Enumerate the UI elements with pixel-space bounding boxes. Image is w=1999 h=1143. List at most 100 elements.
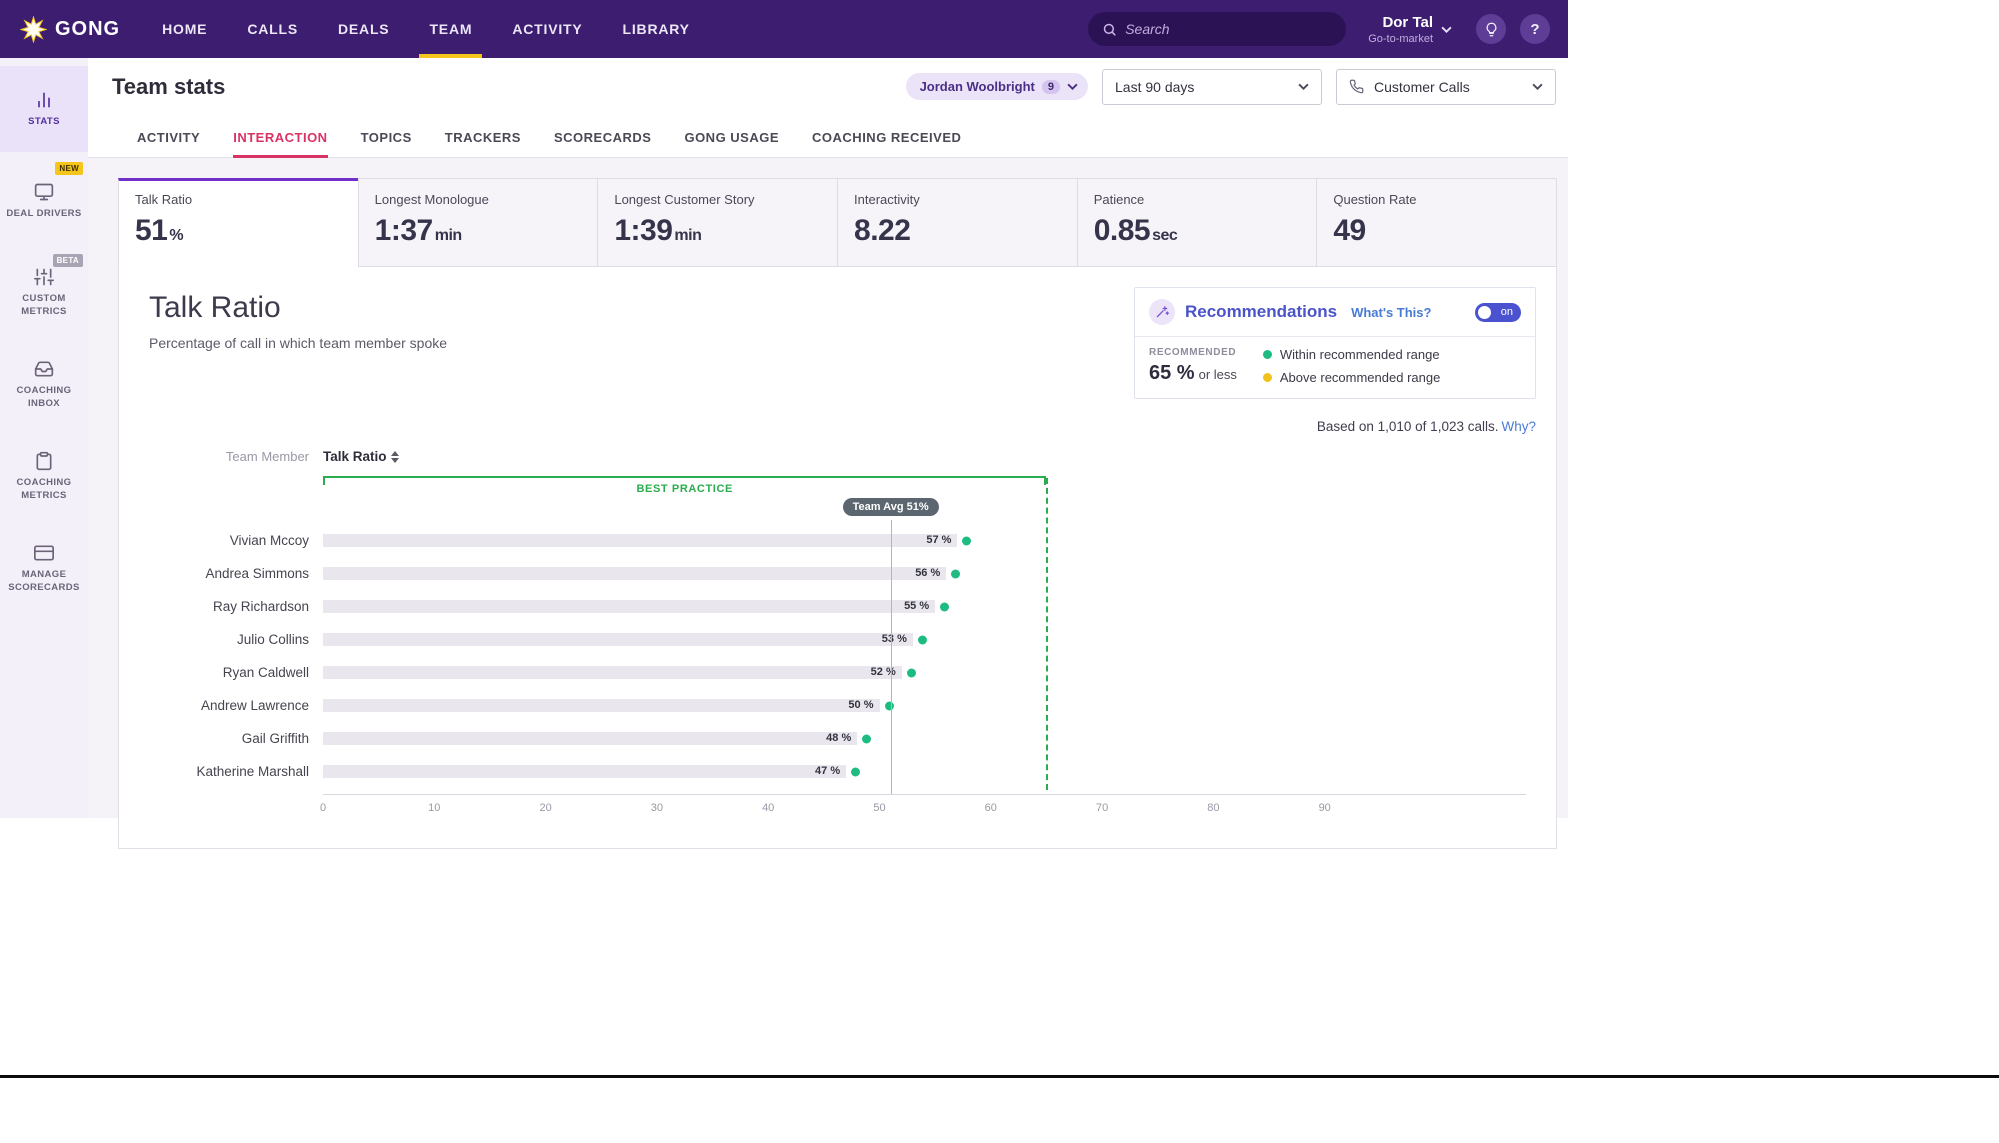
tab-topics[interactable]: TOPICS bbox=[361, 115, 412, 157]
x-axis-tick: 30 bbox=[650, 802, 664, 814]
metric-value: 1:37 min bbox=[375, 214, 582, 248]
x-axis-tick: 10 bbox=[428, 802, 441, 814]
tab-activity[interactable]: ACTIVITY bbox=[137, 115, 200, 157]
recommended-value: 65 % or less bbox=[1149, 362, 1237, 385]
metric-unit: % bbox=[169, 227, 184, 244]
legend-label: Above recommended range bbox=[1279, 370, 1441, 385]
user-org: Go-to-market bbox=[1368, 32, 1433, 45]
talk-ratio-bar: 56 % bbox=[323, 567, 947, 580]
talk-ratio-column-header[interactable]: Talk Ratio bbox=[323, 449, 399, 464]
metric-card-talk-ratio[interactable]: Talk Ratio 51% bbox=[118, 178, 359, 267]
bar-track: 57 % bbox=[323, 534, 1526, 547]
team-member-name[interactable]: Andrew Lawrence bbox=[149, 698, 323, 713]
talk-ratio-bar: 50 % bbox=[323, 699, 880, 712]
sidebar-item-coaching-metrics[interactable]: COACHING METRICS bbox=[0, 434, 88, 520]
chart-row: Ryan Caldwell 52 % bbox=[149, 656, 1526, 689]
best-practice-label: BEST PRACTICE bbox=[636, 483, 733, 495]
page: GONG HOME CALLS DEALS TEAM ACTIVITY LIBR… bbox=[0, 0, 1999, 1143]
metric-label: Longest Monologue bbox=[374, 192, 489, 207]
metric-unit: min bbox=[674, 227, 702, 244]
user-menu[interactable]: Dor Tal Go-to-market bbox=[1368, 14, 1452, 45]
search-icon bbox=[1102, 22, 1117, 37]
gong-logo[interactable]: GONG bbox=[20, 0, 120, 58]
recommendations-title: Recommendations bbox=[1185, 302, 1338, 321]
search-box[interactable] bbox=[1088, 12, 1347, 46]
bottom-divider bbox=[0, 1075, 1999, 1078]
team-filter-dropdown[interactable]: Jordan Woolbright 9 bbox=[905, 73, 1088, 100]
sidebar-item-custom-metrics[interactable]: BETA CUSTOM METRICS bbox=[0, 250, 88, 336]
chart-row: Gail Griffith 48 % bbox=[149, 722, 1526, 755]
value-dot bbox=[906, 668, 916, 677]
x-axis-tick: 90 bbox=[1318, 802, 1331, 814]
team-member-name[interactable]: Andrea Simmons bbox=[149, 566, 323, 581]
bar-value-label: 53 % bbox=[881, 633, 907, 645]
chart-row: Julio Collins 53 % bbox=[149, 623, 1526, 656]
metric-card-question-rate[interactable]: Question Rate 49 bbox=[1316, 178, 1558, 267]
x-axis-tick: 40 bbox=[762, 802, 775, 814]
date-range-label: Last 90 days bbox=[1115, 78, 1195, 95]
sidebar-item-stats[interactable]: STATS bbox=[0, 66, 88, 152]
nav-item-calls[interactable]: CALLS bbox=[227, 0, 318, 58]
recommendations-toggle[interactable]: on bbox=[1475, 302, 1521, 322]
stats-tabs: ACTIVITY INTERACTION TOPICS TRACKERS SCO… bbox=[88, 115, 1568, 158]
tab-scorecards[interactable]: SCORECARDS bbox=[554, 115, 651, 157]
tab-gong-usage[interactable]: GONG USAGE bbox=[684, 115, 779, 157]
page-title: Team stats bbox=[112, 73, 226, 99]
value-dot bbox=[851, 767, 861, 776]
metric-card-interactivity[interactable]: Interactivity 8.22 bbox=[837, 178, 1078, 267]
toggle-state-label: on bbox=[1500, 305, 1513, 318]
based-on-text: Based on 1,010 of 1,023 calls. bbox=[1316, 419, 1499, 434]
tab-coaching-received[interactable]: COACHING RECEIVED bbox=[812, 115, 961, 157]
nav-item-deals[interactable]: DEALS bbox=[318, 0, 409, 58]
value-dot bbox=[951, 569, 961, 578]
nav-item-library[interactable]: LIBRARY bbox=[603, 0, 710, 58]
bar-track: 52 % bbox=[323, 666, 1526, 679]
chevron-down-icon bbox=[1067, 83, 1078, 90]
call-type-dropdown[interactable]: Customer Calls bbox=[1336, 68, 1556, 105]
value-dot bbox=[962, 536, 972, 545]
range-legend: Within recommended range Above recommend… bbox=[1262, 347, 1441, 385]
coaching-metrics-icon bbox=[36, 452, 52, 471]
tab-interaction[interactable]: INTERACTION bbox=[233, 115, 328, 158]
nav-item-team[interactable]: TEAM bbox=[409, 0, 492, 58]
sidebar-item-label: COACHING METRICS bbox=[16, 477, 72, 501]
nav-item-activity[interactable]: ACTIVITY bbox=[492, 0, 602, 58]
sort-icon bbox=[390, 450, 399, 463]
metric-card-patience[interactable]: Patience 0.85 sec bbox=[1076, 178, 1318, 267]
value-dot bbox=[917, 635, 927, 644]
sidebar-item-manage-scorecards[interactable]: MANAGE SCORECARDS bbox=[0, 526, 88, 612]
sidebar-item-coaching-inbox[interactable]: COACHING INBOX bbox=[0, 342, 88, 428]
recommended-qualifier: or less bbox=[1198, 367, 1237, 382]
team-member-name[interactable]: Vivian Mccoy bbox=[149, 533, 323, 548]
nav-item-home[interactable]: HOME bbox=[142, 0, 227, 58]
why-link[interactable]: Why? bbox=[1501, 419, 1536, 434]
metric-card-longest-monologue[interactable]: Longest Monologue 1:37 min bbox=[357, 178, 599, 267]
gong-starburst-icon bbox=[20, 15, 47, 43]
legend-label: Within recommended range bbox=[1279, 347, 1440, 362]
team-member-name[interactable]: Gail Griffith bbox=[149, 731, 323, 746]
x-axis-tick: 70 bbox=[1095, 802, 1109, 814]
whats-this-link[interactable]: What's This? bbox=[1351, 305, 1431, 320]
metric-card-longest-customer-story[interactable]: Longest Customer Story 1:39 min bbox=[597, 178, 839, 267]
team-avg-line bbox=[890, 520, 892, 794]
tab-trackers[interactable]: TRACKERS bbox=[445, 115, 521, 157]
help-center-button[interactable] bbox=[1476, 14, 1506, 44]
metric-number: 0.85 bbox=[1093, 214, 1151, 247]
support-button[interactable]: ? bbox=[1520, 14, 1550, 44]
gong-app-window: GONG HOME CALLS DEALS TEAM ACTIVITY LIBR… bbox=[0, 0, 1568, 849]
sidebar-item-label: MANAGE SCORECARDS bbox=[8, 569, 80, 593]
team-member-name[interactable]: Katherine Marshall bbox=[149, 764, 323, 779]
chart-row: Andrea Simmons 56 % bbox=[149, 557, 1526, 590]
x-axis-tick: 50 bbox=[873, 802, 886, 814]
team-member-column-header: Team Member bbox=[225, 449, 309, 464]
left-sidebar: STATS NEW DEAL DRIVERS BETA CUSTOM METRI… bbox=[0, 58, 88, 818]
call-type-label: Customer Calls bbox=[1374, 78, 1470, 95]
team-count-badge: 9 bbox=[1041, 79, 1060, 94]
search-input[interactable] bbox=[1125, 21, 1333, 37]
sidebar-item-deal-drivers[interactable]: NEW DEAL DRIVERS bbox=[0, 158, 88, 244]
team-member-name[interactable]: Julio Collins bbox=[149, 632, 323, 647]
team-member-name[interactable]: Ryan Caldwell bbox=[149, 665, 323, 680]
date-range-dropdown[interactable]: Last 90 days bbox=[1102, 68, 1322, 105]
team-member-name[interactable]: Ray Richardson bbox=[149, 599, 323, 614]
metric-label: Longest Customer Story bbox=[614, 192, 755, 207]
